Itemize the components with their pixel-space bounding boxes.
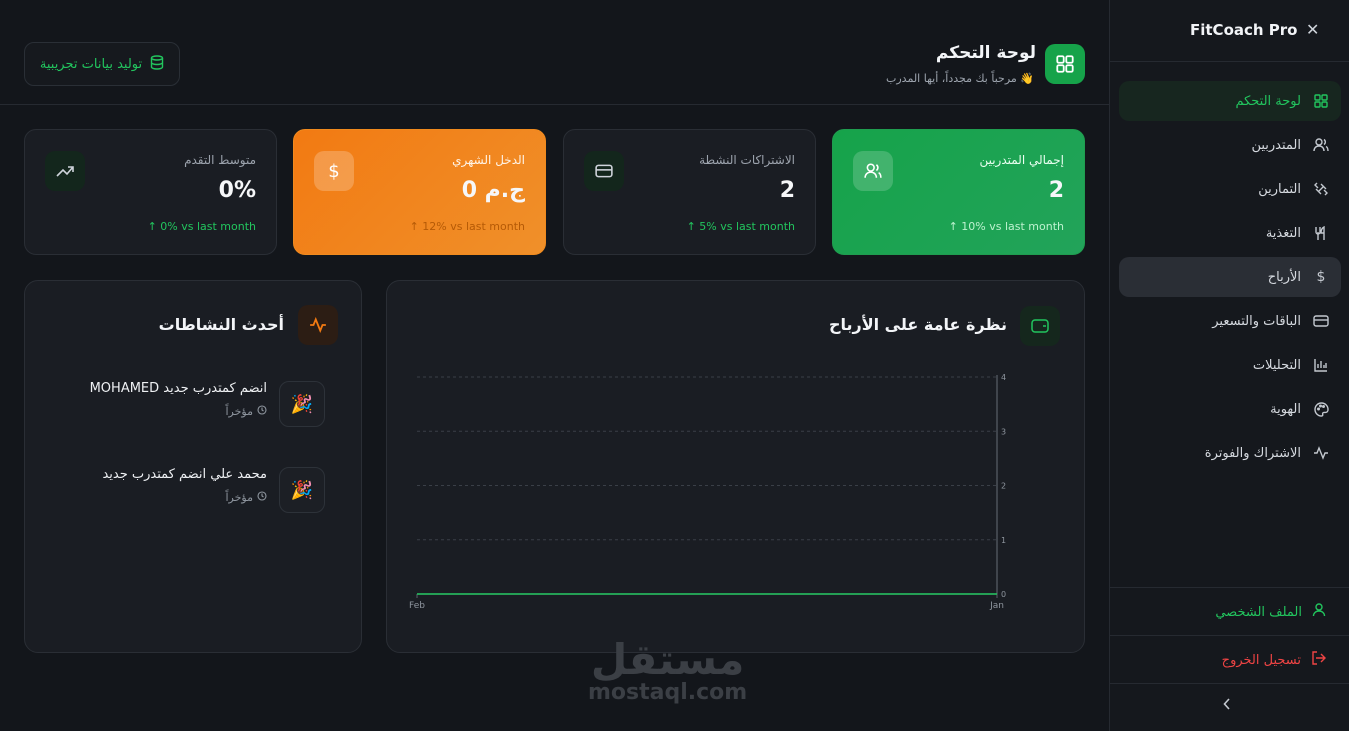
chevron-left-icon[interactable]: [1223, 698, 1231, 714]
trending-up-icon: [45, 151, 85, 191]
stat-trend: ↑ 12% vs last month: [409, 220, 525, 233]
sidebar: ✕ FitCoach Pro لوحة التحكم المتدربين الت…: [1109, 0, 1349, 731]
dollar-icon: $: [314, 151, 354, 191]
stat-card-average-progress: متوسط التقدم 0% ↑ 0% vs last month: [24, 129, 277, 255]
database-icon: [150, 54, 164, 74]
stat-card-total-trainees: إجمالي المتدربين 2 ↑ 10% vs last month: [832, 129, 1085, 255]
sidebar-item-label: التمارين: [1258, 181, 1301, 197]
profile-link[interactable]: الملف الشخصي: [1215, 603, 1326, 621]
stat-value: 0 ج.م: [461, 178, 525, 203]
stat-trend: ↑ 10% vs last month: [948, 220, 1064, 233]
sidebar-item-trainees[interactable]: المتدربين: [1119, 125, 1341, 165]
bar-chart-icon: [1311, 358, 1331, 372]
party-popper-icon: 🎉: [279, 381, 325, 427]
sidebar-item-identity[interactable]: الهوية: [1119, 389, 1341, 429]
logout-icon: [1311, 651, 1326, 669]
stat-trend: ↑ 0% vs last month: [147, 220, 256, 233]
dashboard-title-icon: [1045, 44, 1085, 84]
sidebar-logout-row: تسجيل الخروج: [1110, 635, 1349, 683]
watermark-arabic: مستقل: [590, 635, 745, 684]
y-tick-label: 0: [1001, 590, 1006, 599]
activity-icon: [298, 305, 338, 345]
user-icon: [1312, 603, 1326, 621]
stat-card-active-subscriptions: الاشتراكات النشطة 2 ↑ 5% vs last month: [563, 129, 816, 255]
users-icon: [853, 151, 893, 191]
close-icon[interactable]: ✕: [1306, 20, 1319, 39]
x-tick-label: Jan: [989, 601, 1004, 611]
grid-icon: [1311, 94, 1331, 108]
y-tick-label: 1: [1001, 536, 1006, 545]
list-item[interactable]: 🎉 محمد علي انضم كمتدرب جديد مؤخراً: [25, 467, 325, 517]
sidebar-item-label: المتدربين: [1251, 137, 1301, 153]
sidebar-item-billing[interactable]: الاشتراك والفوترة: [1119, 433, 1341, 473]
y-tick-label: 3: [1001, 427, 1006, 436]
activity-time-label: مؤخراً: [225, 405, 254, 418]
sidebar-item-label: الباقات والتسعير: [1212, 313, 1301, 329]
page-title: لوحة التحكم: [935, 43, 1036, 63]
sidebar-header: ✕ FitCoach Pro: [1110, 0, 1349, 62]
clock-icon: [257, 405, 267, 418]
sidebar-item-analytics[interactable]: التحليلات: [1119, 345, 1341, 385]
stat-label: الدخل الشهري: [452, 153, 525, 167]
profile-label: الملف الشخصي: [1215, 604, 1302, 620]
sidebar-item-nutrition[interactable]: التغذية: [1119, 213, 1341, 253]
y-tick-label: 4: [1001, 373, 1006, 382]
stat-value: 2: [1048, 178, 1064, 203]
watermark-latin: mostaql.com: [588, 680, 748, 705]
stat-value: 2: [779, 178, 795, 203]
x-tick-label: Feb: [409, 601, 425, 611]
sidebar-collapse-row: [1110, 683, 1349, 731]
stat-label: الاشتراكات النشطة: [699, 153, 795, 167]
party-popper-icon: 🎉: [279, 467, 325, 513]
list-item[interactable]: 🎉 MOHAMED انضم كمتدرب جديد مؤخراً: [25, 381, 325, 431]
stat-label: متوسط التقدم: [184, 153, 256, 167]
activity-time: مؤخراً: [226, 405, 268, 418]
y-tick-label: 2: [1001, 482, 1006, 491]
stat-value: 0%: [218, 178, 256, 203]
stat-label: إجمالي المتدربين: [979, 153, 1064, 167]
page-subtitle: مرحباً بك مجدداً، أيها المدرب 👋: [886, 72, 1034, 85]
card-icon: [584, 151, 624, 191]
top-bar: توليد بيانات تجريبية لوحة التحكم مرحباً …: [0, 0, 1109, 105]
card-icon: [1311, 315, 1331, 327]
palette-icon: [1311, 401, 1331, 417]
watermark: مستقل mostaql.com: [588, 635, 747, 705]
sidebar-item-packages[interactable]: الباقات والتسعير: [1119, 301, 1341, 341]
stat-trend: ↑ 5% vs last month: [686, 220, 795, 233]
activity-title: أحدث النشاطات: [158, 315, 284, 334]
generate-label: توليد بيانات تجريبية: [39, 56, 143, 72]
earnings-chart: 0 1 2 3 4 Feb Jan: [409, 373, 1006, 611]
sidebar-item-label: التغذية: [1265, 225, 1301, 241]
earnings-overview-panel: نظرة عامة على الأرباح 0 1 2 3 4 Feb Jan: [386, 280, 1085, 653]
sidebar-item-label: الأرباح: [1267, 269, 1301, 285]
sidebar-profile-row: الملف الشخصي: [1110, 587, 1349, 635]
sidebar-item-label: التحليلات: [1252, 357, 1301, 373]
sidebar-item-label: الهوية: [1270, 401, 1301, 417]
generate-demo-data-button[interactable]: توليد بيانات تجريبية: [24, 42, 180, 86]
activity-text: MOHAMED انضم كمتدرب جديد: [89, 381, 267, 396]
sidebar-item-label: الاشتراك والفوترة: [1204, 445, 1301, 461]
recent-activity-panel: أحدث النشاطات 🎉 MOHAMED انضم كمتدرب جديد…: [24, 280, 362, 653]
clock-icon: [257, 491, 267, 504]
dollar-icon: $: [1316, 269, 1326, 285]
activity-time-label: مؤخراً: [225, 491, 254, 504]
utensils-icon: [1311, 225, 1331, 241]
sidebar-item-exercises[interactable]: التمارين: [1119, 169, 1341, 209]
dumbbell-icon: [1311, 182, 1331, 196]
stat-card-monthly-income: الدخل الشهري 0 ج.م ↑ 12% vs last month $: [293, 129, 546, 255]
sidebar-item-label: لوحة التحكم: [1235, 93, 1301, 109]
logout-button[interactable]: تسجيل الخروج: [1222, 651, 1326, 669]
sidebar-nav: لوحة التحكم المتدربين التمارين التغذية $…: [1119, 81, 1341, 477]
activity-time: مؤخراً: [226, 491, 268, 504]
sidebar-item-dashboard[interactable]: لوحة التحكم: [1119, 81, 1341, 121]
activity-text: محمد علي انضم كمتدرب جديد: [102, 467, 267, 482]
sidebar-item-earnings[interactable]: $ الأرباح: [1119, 257, 1341, 297]
activity-icon: [1311, 446, 1331, 460]
logout-label: تسجيل الخروج: [1221, 652, 1301, 668]
users-icon: [1311, 138, 1331, 152]
brand-name: FitCoach Pro: [1190, 21, 1298, 39]
